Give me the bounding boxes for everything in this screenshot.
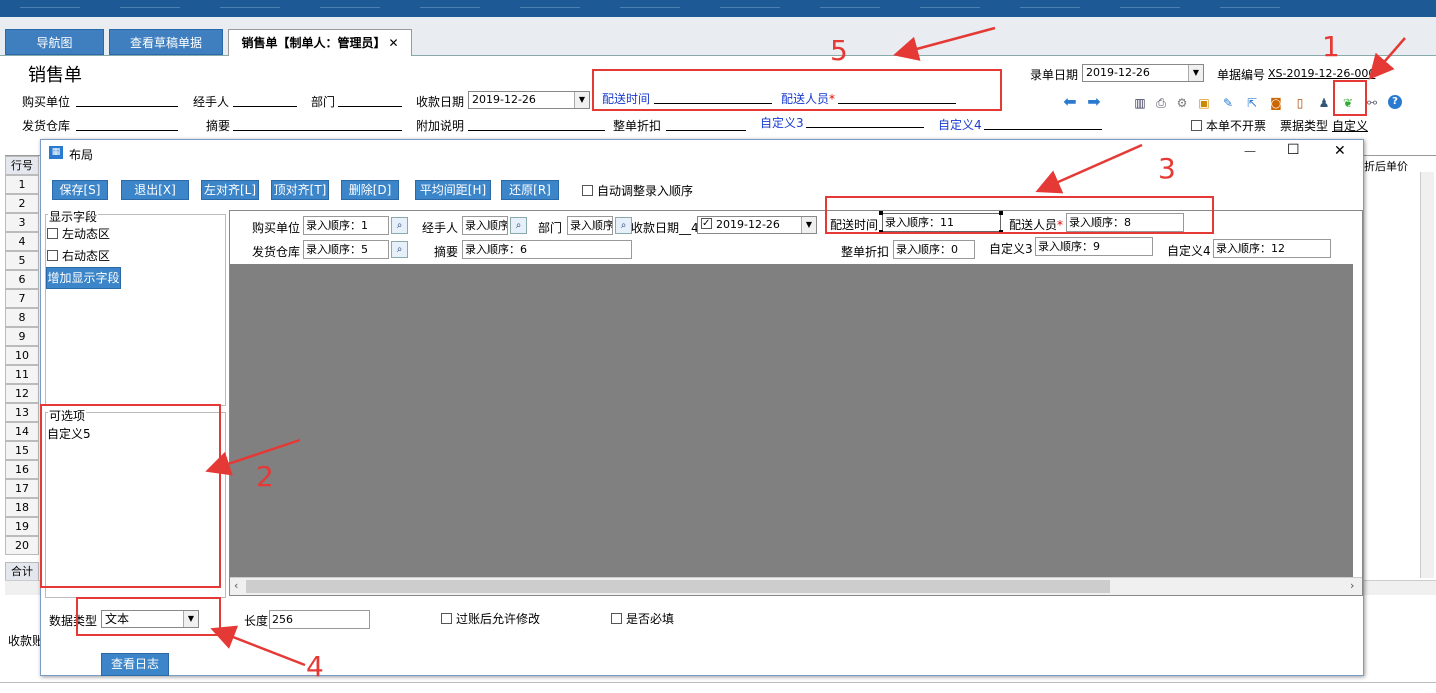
annotation-number: 1 (1322, 30, 1340, 63)
annotation-arrow (1368, 37, 1406, 80)
annotation-number: 5 (830, 34, 848, 67)
annotation-arrow (205, 438, 301, 476)
annotation-arrow (210, 625, 306, 667)
annotation-number: 4 (306, 650, 324, 683)
annotation-box (40, 404, 221, 588)
annotation-number: 2 (256, 460, 274, 493)
annotation-number: 3 (1158, 152, 1176, 185)
annotation-box (825, 196, 1214, 234)
annotation-box (592, 69, 1002, 111)
annotation-arrow (1035, 143, 1143, 194)
annotation-arrow (893, 26, 996, 61)
annotation-box (1333, 80, 1367, 116)
annotation-box (76, 597, 221, 636)
